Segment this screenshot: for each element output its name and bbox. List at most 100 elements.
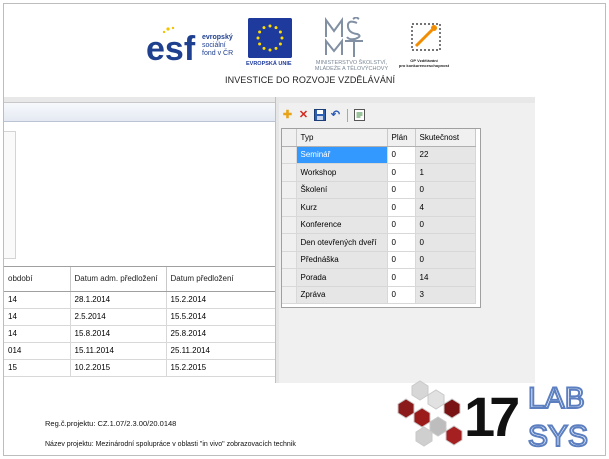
table-cell[interactable]: 0 xyxy=(387,216,416,234)
table-row[interactable]: 14 28.1.2014 15.2.2014 xyxy=(4,291,276,309)
table-cell[interactable]: 0 xyxy=(387,146,416,164)
table-cell[interactable]: 0 xyxy=(415,233,476,252)
table-cell[interactable]: 0 xyxy=(387,268,416,287)
left-grid: období Datum adm. předložení Datum předl… xyxy=(4,266,276,383)
right-topbar xyxy=(279,97,535,103)
table-row[interactable]: Workshop 0 1 xyxy=(282,163,476,182)
report-icon[interactable] xyxy=(353,109,366,122)
table-row[interactable]: Zpráva 0 3 xyxy=(282,286,476,304)
table-cell[interactable]: 0 xyxy=(387,198,416,217)
table-cell[interactable]: 0 xyxy=(387,181,416,199)
table-row[interactable]: Školení 0 0 xyxy=(282,181,476,199)
table-cell[interactable]: 2.5.2014 xyxy=(70,308,167,326)
table-cell[interactable]: 0 xyxy=(415,181,476,199)
table-cell[interactable]: 0 xyxy=(415,216,476,234)
eu-label: EVROPSKÁ UNIE xyxy=(246,61,292,67)
table-cell[interactable]: 15.5.2014 xyxy=(166,308,276,326)
table-cell[interactable]: Workshop xyxy=(296,163,388,182)
table-cell[interactable]: 0 xyxy=(387,233,416,252)
row-header[interactable] xyxy=(282,268,297,287)
table-row[interactable]: Konference 0 0 xyxy=(282,216,476,234)
table-cell[interactable]: 14 xyxy=(4,291,71,309)
table-cell[interactable]: 1 xyxy=(415,163,476,182)
submission-table: období Datum adm. předložení Datum předl… xyxy=(4,267,276,377)
left-header-strip xyxy=(4,103,275,122)
table-row[interactable]: 15 10.2.2015 15.2.2015 xyxy=(4,359,276,377)
table-row[interactable]: 14 15.8.2014 25.8.2014 xyxy=(4,325,276,343)
table-cell[interactable]: 28.1.2014 xyxy=(70,291,167,309)
table-cell[interactable]: Školení xyxy=(296,181,388,199)
column-header[interactable]: období xyxy=(4,267,71,292)
msmt-logo xyxy=(325,17,363,57)
column-header[interactable]: Datum adm. předložení xyxy=(70,267,167,292)
add-icon[interactable]: ✚ xyxy=(281,109,294,122)
delete-icon[interactable]: ✕ xyxy=(297,109,310,122)
table-cell[interactable]: 14 xyxy=(4,308,71,326)
table-cell[interactable]: 0 xyxy=(387,251,416,269)
left-pane: období Datum adm. předložení Datum předl… xyxy=(4,97,276,383)
table-row[interactable]: Kurz 0 4 xyxy=(282,198,476,217)
table-cell[interactable]: 10.2.2015 xyxy=(70,359,167,377)
table-cell[interactable]: 14 xyxy=(415,268,476,287)
app-screenshot: období Datum adm. předložení Datum předl… xyxy=(4,97,535,383)
table-cell[interactable]: 22 xyxy=(415,146,476,164)
row-header[interactable] xyxy=(282,181,297,199)
table-row[interactable]: Den otevřených dveří 0 0 xyxy=(282,233,476,252)
table-row[interactable]: Přednáška 0 0 xyxy=(282,251,476,269)
column-header[interactable]: Plán xyxy=(387,129,416,147)
table-cell[interactable]: 3 xyxy=(415,286,476,304)
row-header[interactable] xyxy=(282,286,297,304)
table-cell[interactable]: Přednáška xyxy=(296,251,388,269)
row-header[interactable] xyxy=(282,251,297,269)
table-cell[interactable]: 25.8.2014 xyxy=(166,325,276,343)
row-header[interactable] xyxy=(282,163,297,182)
table-cell[interactable]: Zpráva xyxy=(296,286,388,304)
table-cell[interactable]: 14 xyxy=(4,325,71,343)
table-cell[interactable]: 0 xyxy=(387,163,416,182)
logos-header: esf evropský sociální fond v ČR EVROPSKÁ… xyxy=(0,0,609,100)
op-vk-logo xyxy=(411,23,441,51)
table-cell[interactable]: 25.11.2014 xyxy=(166,342,276,360)
table-cell[interactable]: Kurz xyxy=(296,198,388,217)
esf-logo: esf xyxy=(146,26,196,64)
svg-text:esf: esf xyxy=(146,30,196,64)
table-cell[interactable]: 014 xyxy=(4,342,71,360)
toolbar-separator xyxy=(347,108,348,122)
table-cell[interactable]: 0 xyxy=(387,286,416,304)
msmt-label: MINISTERSTVO ŠKOLSTVÍ, MLÁDEŽE A TĚLOVÝC… xyxy=(314,60,389,72)
lab-text-bottom: SYS xyxy=(528,420,588,453)
table-row[interactable]: Porada 0 14 xyxy=(282,268,476,287)
table-cell-selected[interactable]: Seminář xyxy=(296,146,388,164)
row-header[interactable] xyxy=(282,146,297,164)
activity-grid: Typ Plán Skutečnost Seminář 0 22 Workshop 0… xyxy=(281,128,481,308)
table-cell[interactable]: 15.2.2014 xyxy=(166,291,276,309)
row-header-corner[interactable] xyxy=(282,129,297,147)
lab-sys-logo: 17 LAB SYS xyxy=(397,380,589,454)
table-cell[interactable]: 4 xyxy=(415,198,476,217)
table-cell[interactable]: 15.2.2015 xyxy=(166,359,276,377)
table-cell[interactable]: Konference xyxy=(296,216,388,234)
undo-icon[interactable]: ↶ xyxy=(329,109,342,122)
table-row[interactable]: 14 2.5.2014 15.5.2014 xyxy=(4,308,276,326)
eu-flag-icon xyxy=(248,18,292,58)
lab-number: 17 xyxy=(464,385,518,448)
column-header[interactable]: Typ xyxy=(296,129,388,147)
table-cell[interactable]: Porada xyxy=(296,268,388,287)
table-cell[interactable]: 15.8.2014 xyxy=(70,325,167,343)
activity-table: Typ Plán Skutečnost Seminář 0 22 Workshop 0… xyxy=(282,129,476,304)
row-header[interactable] xyxy=(282,198,297,217)
row-header[interactable] xyxy=(282,216,297,234)
table-header-row: období Datum adm. předložení Datum předl… xyxy=(4,267,276,292)
table-row[interactable]: 014 15.11.2014 25.11.2014 xyxy=(4,342,276,360)
table-cell[interactable]: 0 xyxy=(415,251,476,269)
tagline: INVESTICE DO ROZVOJE VZDĚLÁVÁNÍ xyxy=(225,75,396,85)
row-header[interactable] xyxy=(282,233,297,252)
lab-text-top: LAB xyxy=(528,382,585,415)
table-cell[interactable]: 15.11.2014 xyxy=(70,342,167,360)
save-icon[interactable] xyxy=(313,109,326,122)
column-header[interactable]: Skutečnost xyxy=(415,129,476,147)
table-cell[interactable]: 15 xyxy=(4,359,71,377)
table-row[interactable]: Seminář 0 22 xyxy=(282,146,476,164)
column-header[interactable]: Datum předložení xyxy=(166,267,276,292)
table-cell[interactable]: Den otevřených dveří xyxy=(296,233,388,252)
